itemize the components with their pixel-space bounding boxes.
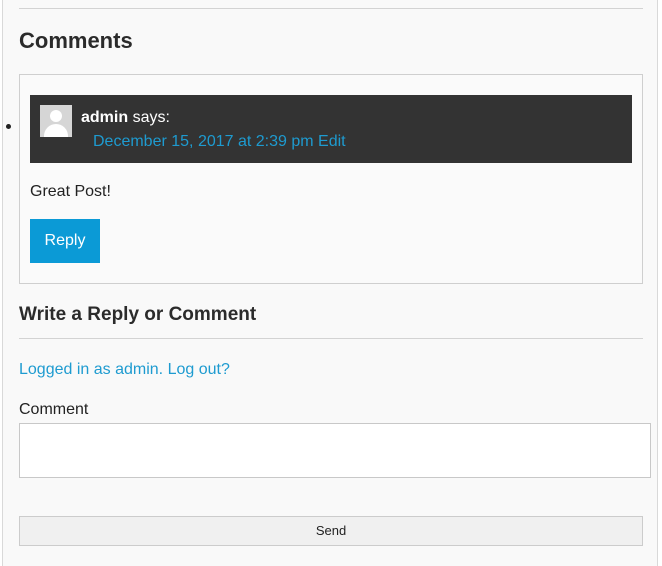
logged-in-link[interactable]: Logged in as admin. [19, 361, 163, 378]
comment-text: Great Post! [30, 183, 111, 200]
comments-title: Comments [19, 28, 133, 53]
top-divider [19, 8, 643, 9]
page-frame: Comments admin says: December 15, 2017 a… [2, 0, 658, 566]
avatar-body [44, 124, 68, 137]
comment-meta: December 15, 2017 at 2:39 pm Edit [93, 132, 346, 152]
says-label: says: [132, 109, 170, 126]
comment-header: admin says: December 15, 2017 at 2:39 pm… [30, 95, 632, 163]
comment-label: Comment [19, 401, 89, 418]
avatar-head [50, 110, 62, 122]
reply-divider [19, 338, 643, 339]
comment-textarea[interactable] [19, 423, 651, 478]
comment-author: admin [81, 109, 129, 126]
comment-date-link[interactable]: December 15, 2017 at 2:39 pm [93, 133, 314, 150]
default-avatar-icon [40, 105, 72, 137]
list-bullet [6, 124, 11, 129]
logged-in-line: Logged in as admin. Log out? [19, 360, 230, 380]
author-line: admin says: [81, 108, 170, 128]
comment-item: admin says: December 15, 2017 at 2:39 pm… [19, 74, 643, 284]
reply-button[interactable]: Reply [30, 219, 100, 263]
send-button[interactable]: Send [19, 516, 643, 546]
edit-comment-link[interactable]: Edit [318, 133, 346, 150]
logout-link[interactable]: Log out? [168, 361, 230, 378]
reply-form-title: Write a Reply or Comment [19, 304, 257, 325]
